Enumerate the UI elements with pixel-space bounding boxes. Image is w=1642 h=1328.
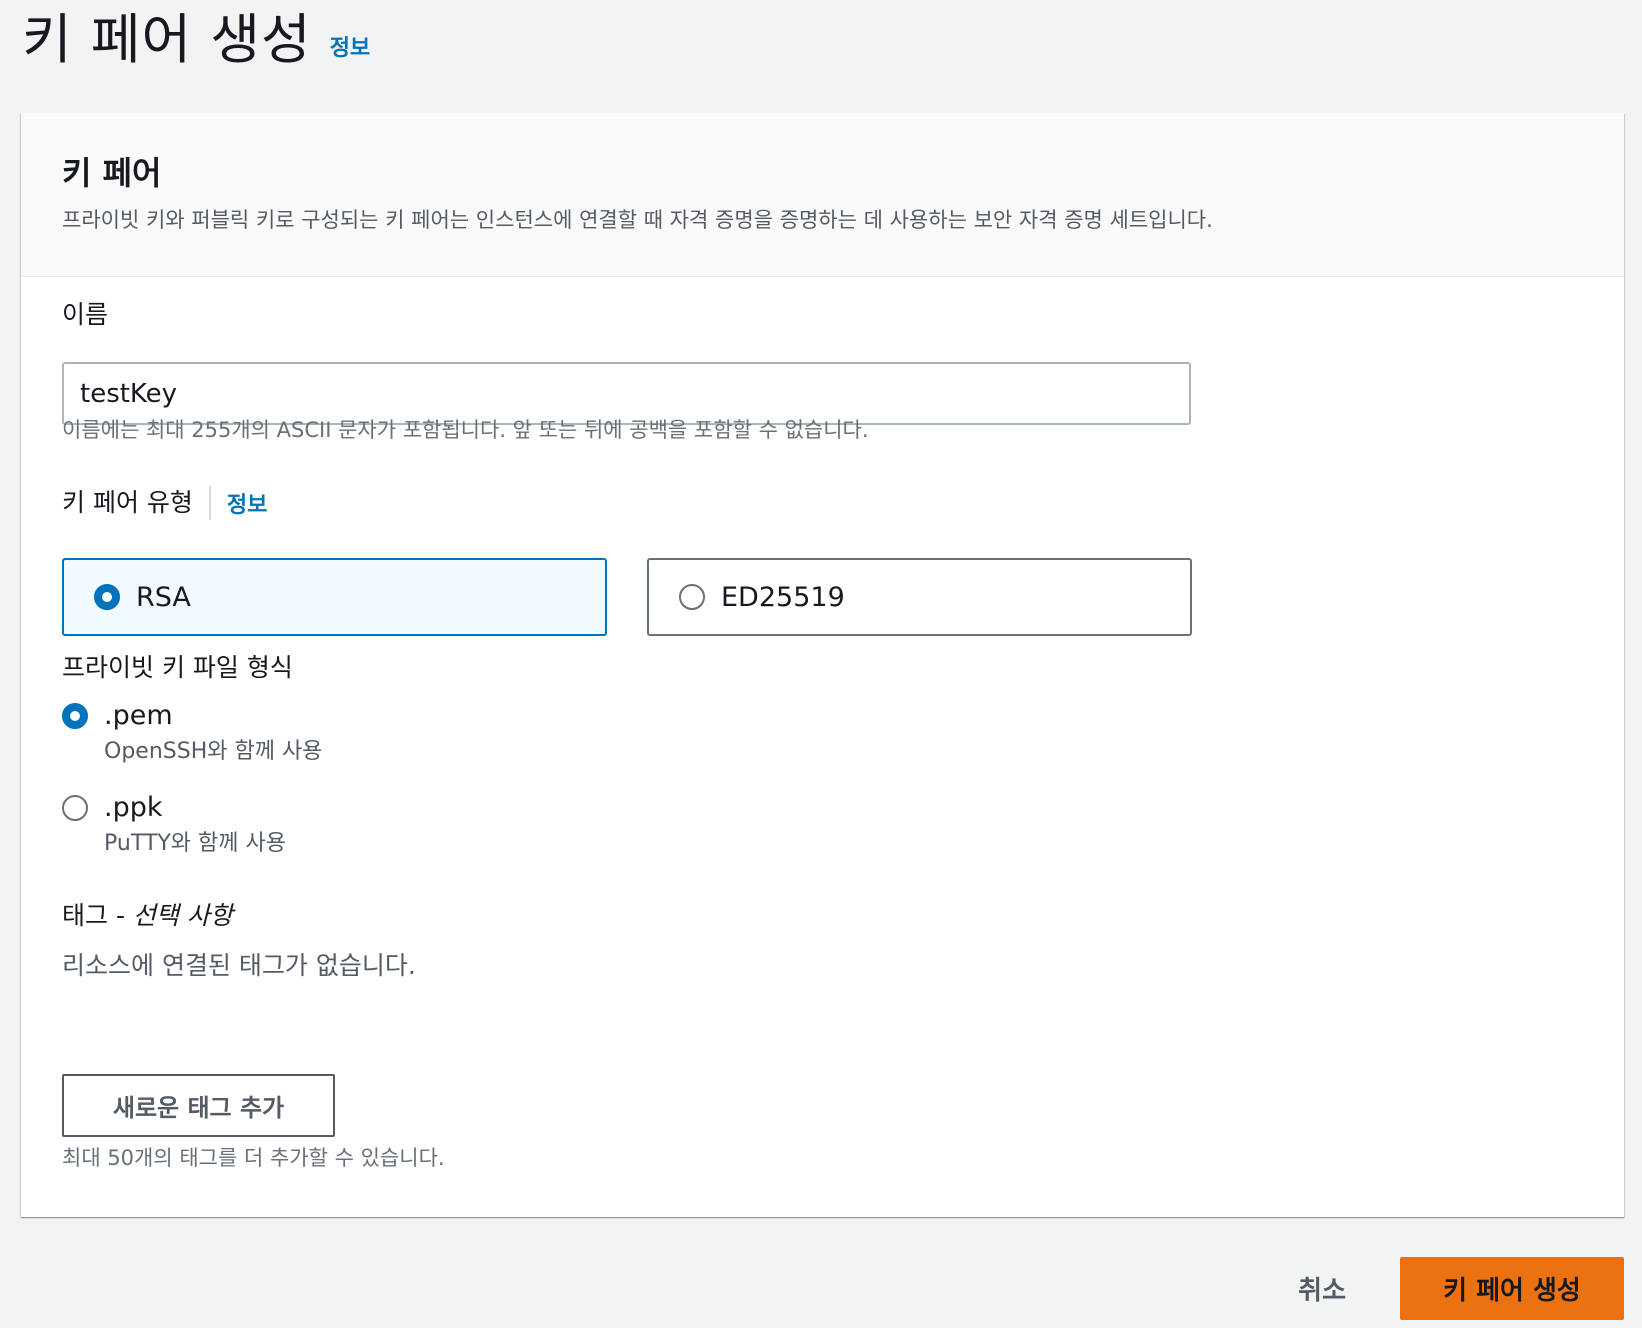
file-format-label: 프라이빗 키 파일 형식 (62, 653, 293, 682)
rsa-radio[interactable] (94, 584, 120, 610)
key-type-label: 키 페어 유형 (62, 488, 193, 517)
ed25519-label: ED25519 (721, 581, 845, 613)
card-title: 키 페어 (62, 154, 162, 192)
create-key-pair-button[interactable]: 키 페어 생성 (1400, 1257, 1624, 1320)
pem-label: .pem (104, 700, 173, 731)
name-label: 이름 (62, 300, 109, 329)
footer-actions: 취소 키 페어 생성 (1268, 1257, 1624, 1320)
ppk-radio[interactable] (62, 795, 88, 821)
key-pair-card: 키 페어 프라이빗 키와 퍼블릭 키로 구성되는 키 페어는 인스턴스에 연결할… (21, 113, 1624, 1217)
tags-label-optional: 선택 사항 (132, 901, 233, 930)
tags-label-prefix: 태그 - (62, 901, 133, 930)
ed25519-radio[interactable] (679, 584, 705, 610)
ppk-description: PuTTY와 함께 사용 (104, 831, 286, 856)
tags-empty-text: 리소스에 연결된 태그가 없습니다. (62, 951, 416, 980)
cancel-button[interactable]: 취소 (1268, 1257, 1376, 1320)
rsa-label: RSA (136, 581, 191, 613)
label-divider (208, 486, 211, 520)
pem-radio[interactable] (62, 703, 88, 729)
page-title: 키 페어 생성 (22, 8, 312, 71)
tags-label: 태그 - 선택 사항 (62, 899, 233, 933)
format-option-ppk[interactable]: .ppk PuTTY와 함께 사용 (62, 789, 286, 861)
key-type-option-ed25519[interactable]: ED25519 (647, 558, 1192, 636)
name-hint: 이름에는 최대 255개의 ASCII 문자가 포함됩니다. 앞 또는 뒤에 공… (62, 418, 869, 442)
header-info-link[interactable]: 정보 (330, 30, 370, 62)
ppk-label: .ppk (104, 792, 163, 823)
tags-limit-hint: 최대 50개의 태그를 더 추가할 수 있습니다. (62, 1146, 445, 1170)
page-header: 키 페어 생성 정보 (22, 0, 370, 72)
card-description: 프라이빗 키와 퍼블릭 키로 구성되는 키 페어는 인스턴스에 연결할 때 자격… (62, 208, 1213, 232)
add-tag-button[interactable]: 새로운 태그 추가 (62, 1074, 335, 1137)
key-type-label-row: 키 페어 유형 정보 (62, 486, 267, 520)
key-type-info-link[interactable]: 정보 (227, 487, 267, 519)
card-header: 키 페어 프라이빗 키와 퍼블릭 키로 구성되는 키 페어는 인스턴스에 연결할… (21, 113, 1624, 277)
key-type-option-rsa[interactable]: RSA (62, 558, 607, 636)
format-option-pem[interactable]: .pem OpenSSH와 함께 사용 (62, 697, 322, 769)
pem-description: OpenSSH와 함께 사용 (104, 739, 323, 764)
